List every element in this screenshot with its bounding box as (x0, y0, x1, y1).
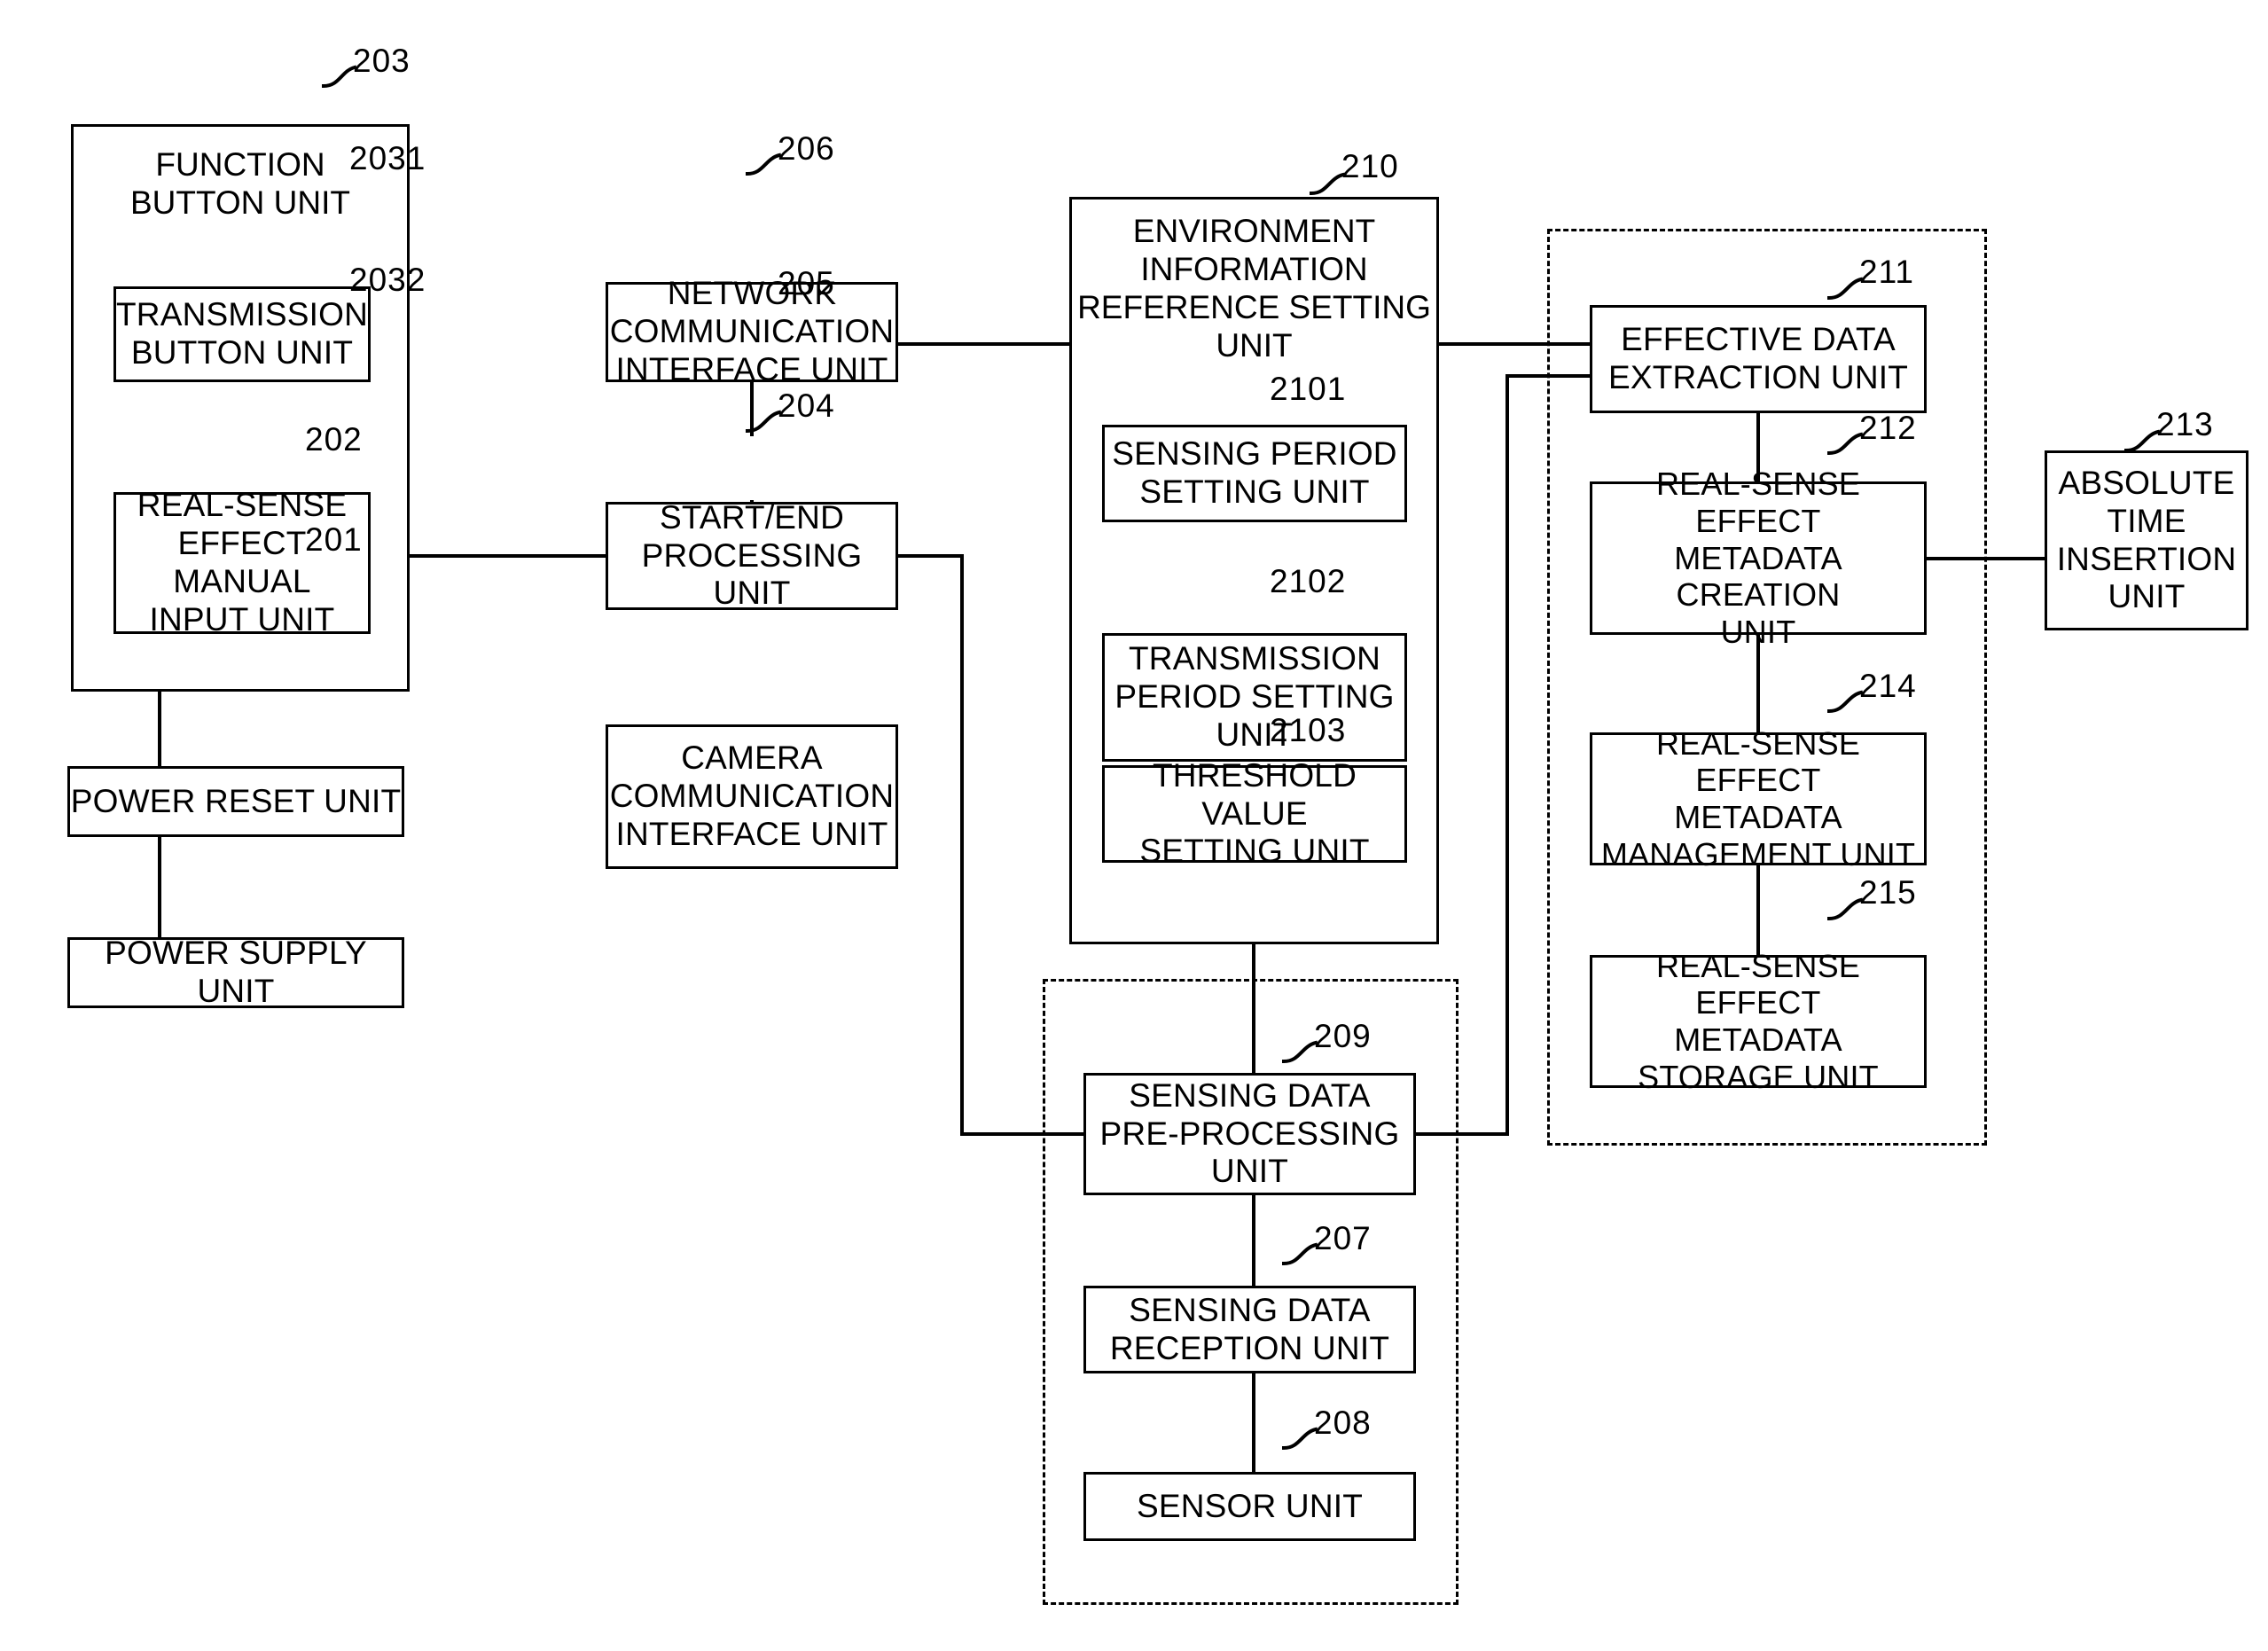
ref-2101: 2101 (1270, 371, 1347, 407)
transmission-button-unit[interactable]: TRANSMISSION BUTTON UNIT (113, 286, 371, 382)
absolute-time-insertion-unit[interactable]: ABSOLUTE TIME INSERTION UNIT (2045, 450, 2248, 630)
threshold-value-setting-unit[interactable]: THRESHOLD VALUE SETTING UNIT (1102, 757, 1407, 869)
leader-203 (321, 65, 357, 89)
ref-215: 215 (1859, 874, 1917, 911)
sensor-unit[interactable]: SENSOR UNIT (1083, 1472, 1416, 1541)
effective-data-extraction-unit[interactable]: EFFECTIVE DATA EXTRACTION UNIT (1590, 305, 1927, 413)
ref-213: 213 (2156, 406, 2214, 442)
start-end-processing-unit[interactable]: START/END PROCESSING UNIT (606, 499, 898, 611)
leader-204 (745, 410, 782, 434)
environment-info-reference-setting-label: ENVIRONMENT INFORMATION REFERENCE SETTIN… (1077, 213, 1431, 364)
camera-communication-interface-unit[interactable]: CAMERA COMMUNICATION INTERFACE UNIT (606, 724, 898, 869)
real-sense-effect-metadata-management-unit[interactable]: REAL-SENSE EFFECT METADATA MANAGEMENT UN… (1590, 725, 1927, 872)
ref-2031: 2031 (349, 140, 426, 176)
ref-2103: 2103 (1270, 712, 1347, 748)
sensing-period-setting-unit[interactable]: SENSING PERIOD SETTING UNIT (1102, 425, 1407, 522)
ref-211: 211 (1859, 254, 1914, 290)
real-sense-effect-manual-input-unit[interactable]: REAL-SENSE EFFECT MANUAL INPUT UNIT (113, 487, 371, 638)
ref-2032: 2032 (349, 262, 426, 298)
network-communication-interface-unit[interactable]: NETWORK COMMUNICATION INTERFACE UNIT (606, 275, 898, 387)
ref-202: 202 (305, 421, 363, 458)
sensing-data-reception-unit[interactable]: SENSING DATA RECEPTION UNIT (1083, 1286, 1416, 1373)
ref-2102: 2102 (1270, 563, 1347, 599)
sensing-data-pre-processing-unit[interactable]: SENSING DATA PRE-PROCESSING UNIT (1083, 1073, 1416, 1195)
ref-208: 208 (1314, 1405, 1372, 1441)
ref-203: 203 (353, 43, 411, 79)
ref-207: 207 (1314, 1220, 1372, 1256)
real-sense-effect-metadata-creation-unit[interactable]: REAL-SENSE EFFECT METADATA CREATION UNIT (1590, 466, 1927, 650)
ref-205: 205 (778, 265, 835, 301)
ref-204: 204 (778, 387, 835, 424)
power-reset-unit[interactable]: POWER RESET UNIT (67, 766, 404, 837)
ref-210: 210 (1341, 148, 1399, 184)
real-sense-effect-metadata-storage-unit[interactable]: REAL-SENSE EFFECT METADATA STORAGE UNIT (1590, 948, 1927, 1095)
leader-206 (745, 153, 782, 176)
leader-213 (2123, 429, 2161, 453)
leader-210 (1309, 172, 1346, 196)
ref-214: 214 (1859, 668, 1917, 704)
power-supply-unit[interactable]: POWER SUPPLY UNIT (67, 935, 404, 1009)
ref-206: 206 (778, 130, 835, 167)
ref-209: 209 (1314, 1018, 1372, 1054)
ref-201: 201 (305, 521, 363, 558)
patent-figure-canvas: FUNCTION BUTTON UNIT 203 TRANSMISSION BU… (0, 0, 2268, 1651)
transmission-period-setting-unit[interactable]: TRANSMISSION PERIOD SETTING UNIT (1102, 633, 1407, 762)
ref-212: 212 (1859, 410, 1917, 446)
